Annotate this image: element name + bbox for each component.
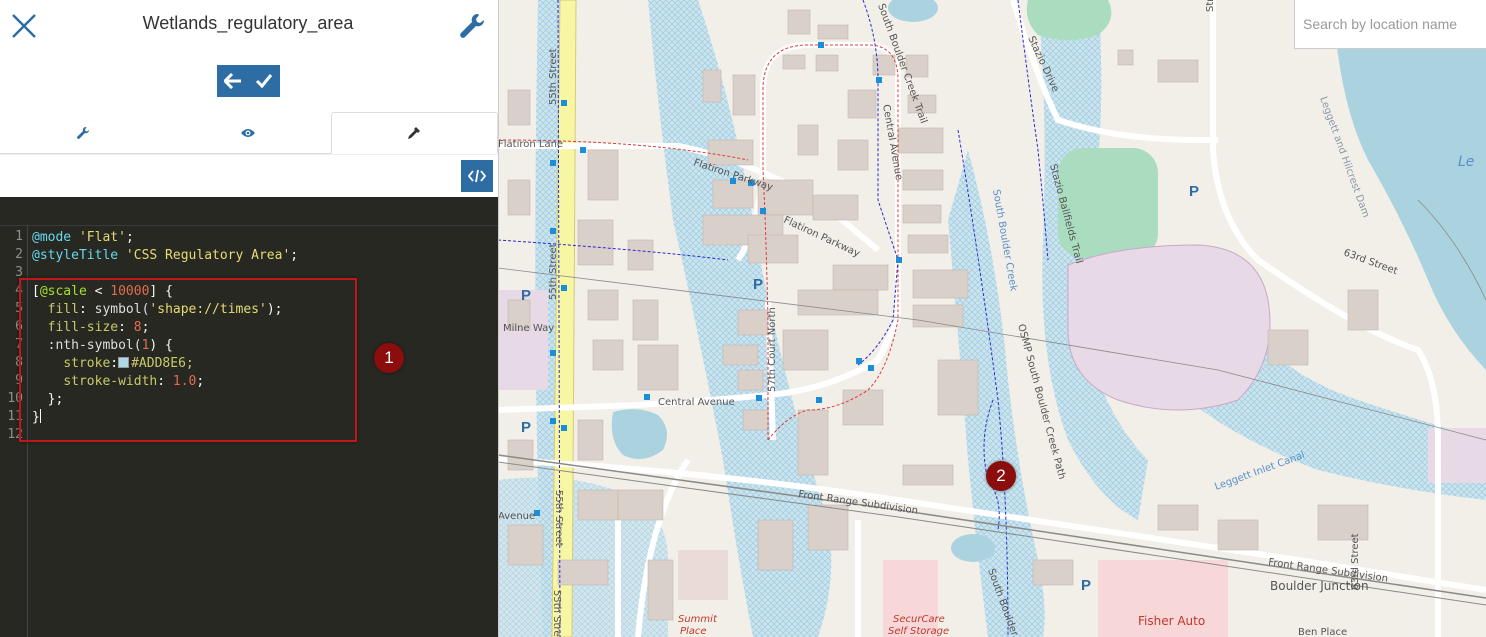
parking-label: P	[753, 276, 763, 293]
style-tabs	[0, 112, 498, 155]
line-number: 2	[15, 247, 23, 262]
layer-title: Wetlands_regulatory_area	[142, 13, 354, 33]
apply-button[interactable]	[248, 65, 279, 97]
code-token: @mode	[32, 230, 72, 245]
close-icon	[12, 14, 36, 38]
map-label: Summit	[678, 614, 718, 625]
code-token: 'CSS Regulatory Area'	[125, 248, 291, 263]
map-label: Place	[680, 626, 707, 637]
map-label: Le	[1458, 154, 1474, 170]
map-label: 55th Street	[548, 243, 559, 300]
map-label: Ben Place	[1298, 627, 1347, 637]
map-label: Avenue	[498, 511, 535, 522]
layer-settings-button[interactable]	[458, 12, 486, 40]
close-button[interactable]	[8, 10, 40, 42]
wrench-icon	[76, 126, 89, 139]
back-button[interactable]	[217, 65, 248, 97]
map-label: Street	[1205, 0, 1216, 12]
tab-settings[interactable]	[0, 112, 166, 154]
editor-toolbar	[0, 154, 498, 198]
parking-label: P	[1081, 577, 1091, 594]
code-line: @mode 'Flat';	[32, 230, 134, 245]
map-label: Boulder Junction	[1270, 579, 1369, 593]
highlight-box	[19, 278, 357, 442]
map-label: Fisher Auto	[1138, 614, 1205, 628]
map-label: 55th Street	[548, 48, 559, 105]
map-label: SecurCare	[893, 614, 945, 625]
location-search-input[interactable]	[1295, 0, 1486, 47]
annotation-marker-2: 2	[986, 461, 1016, 491]
wrench-icon	[460, 13, 485, 38]
tab-preview[interactable]	[165, 112, 331, 154]
code-icon	[468, 169, 486, 183]
parking-label: P	[521, 419, 531, 436]
code-token: 'Flat'	[78, 230, 126, 245]
map-label: 55th Street	[551, 590, 562, 637]
code-view-button[interactable]	[461, 160, 493, 192]
code-line: @styleTitle 'CSS Regulatory Area';	[32, 248, 299, 263]
map-label: 57th Court North	[767, 307, 778, 392]
parking-label: P	[521, 287, 531, 304]
annotation-marker-1: 1	[374, 343, 404, 373]
tab-style-editor[interactable]	[330, 112, 498, 154]
arrow-left-icon	[223, 73, 241, 89]
map-label: Self Storage	[888, 626, 949, 637]
basemap: 55th Street 55th Street 55th Street 55th…	[498, 0, 1486, 637]
map-label: 55th Street	[553, 490, 564, 547]
map-label: Flatiron Lane	[498, 139, 563, 150]
line-number: 1	[15, 229, 23, 244]
eyedropper-icon	[408, 127, 421, 139]
parking-label: P	[1189, 183, 1199, 200]
code-token: @styleTitle	[32, 248, 119, 263]
location-search-box	[1294, 0, 1486, 49]
check-icon	[255, 74, 272, 89]
editor-header	[0, 197, 498, 226]
eye-icon	[240, 128, 255, 137]
style-action-buttons	[217, 65, 280, 97]
map-view[interactable]: 55th Street 55th Street 55th Street 55th…	[498, 0, 1486, 637]
map-label: Central Avenue	[658, 397, 735, 408]
map-label: Milne Way	[503, 323, 554, 334]
